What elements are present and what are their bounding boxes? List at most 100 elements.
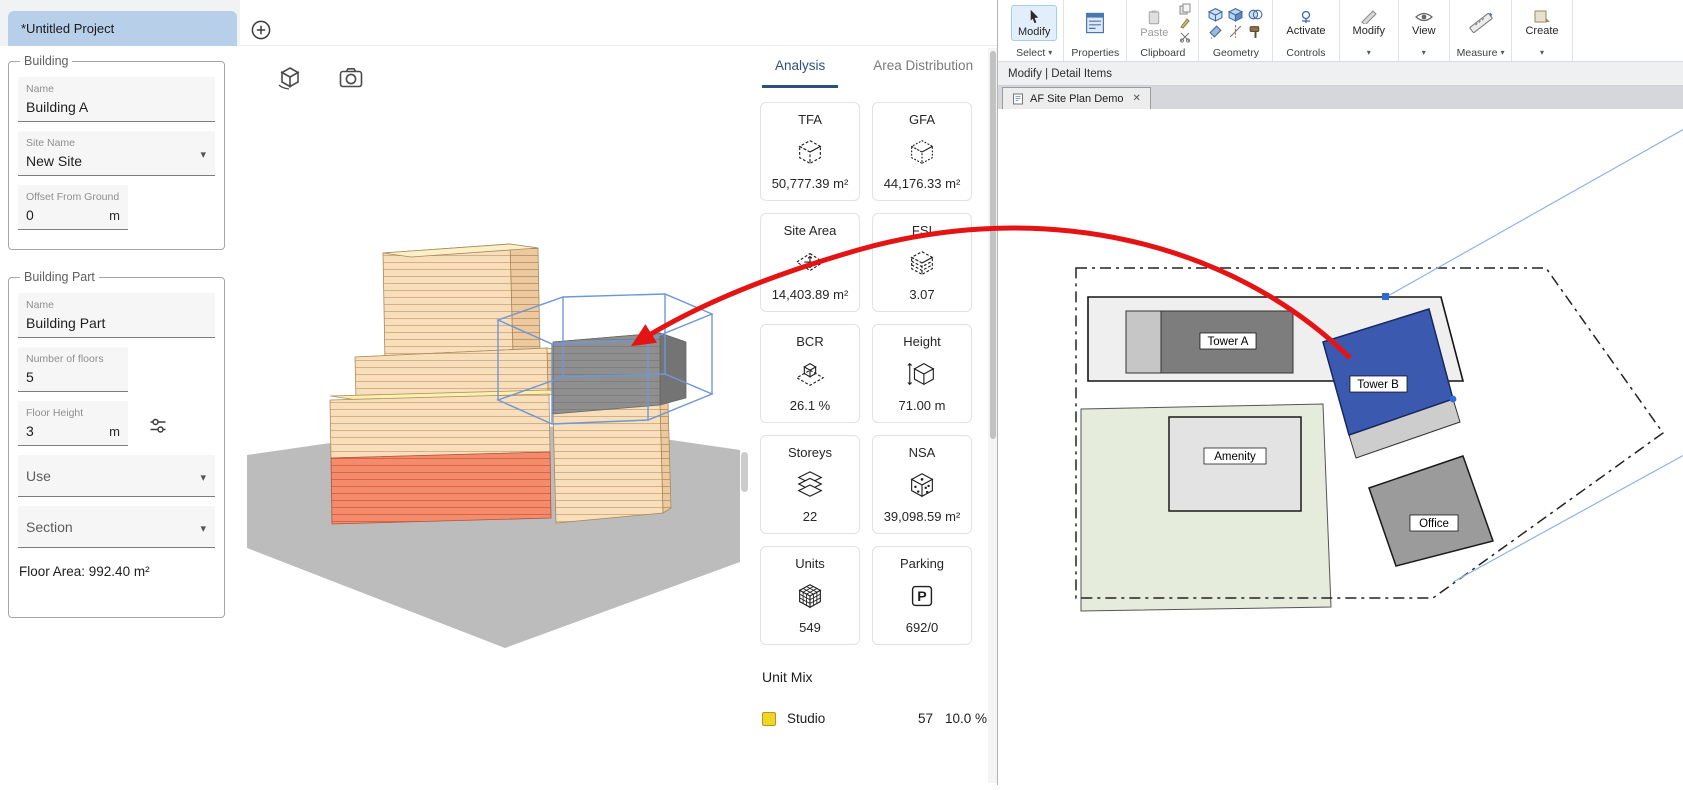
clipboard-panel-label[interactable]: Clipboard bbox=[1134, 44, 1191, 61]
site-area-icon bbox=[795, 252, 825, 271]
bcr-icon bbox=[795, 362, 825, 386]
chevron-down-icon[interactable]: ▾ bbox=[200, 148, 206, 161]
measure-button[interactable] bbox=[1462, 8, 1500, 38]
metric-value: 22 bbox=[802, 509, 818, 524]
join-geometry-icon[interactable] bbox=[1248, 7, 1263, 22]
site-plan-drawing: Tower A Tower B Amenity Office bbox=[1075, 128, 1683, 612]
podium-mass[interactable] bbox=[329, 389, 578, 525]
unit-mix-row-studio: Studio 57 10.0 % bbox=[762, 711, 987, 726]
ribbon-group-geometry: Geometry bbox=[1199, 0, 1274, 61]
create-panel-button[interactable]: Create bbox=[1519, 7, 1564, 39]
viewport-toolbar bbox=[276, 64, 365, 92]
demolish-hammer-icon[interactable] bbox=[1248, 24, 1263, 39]
building-panel-legend: Building bbox=[24, 54, 69, 68]
measure-panel-label[interactable]: Measure ▾ bbox=[1457, 44, 1505, 61]
site-name-select[interactable]: Site Name New Site ▾ bbox=[18, 131, 215, 176]
cope-geometry-icon[interactable] bbox=[1208, 7, 1224, 22]
svg-text:P: P bbox=[917, 588, 926, 604]
camera-icon bbox=[339, 68, 363, 88]
metric-value: 692/0 bbox=[905, 620, 939, 635]
snapshot-camera-button[interactable] bbox=[337, 64, 365, 92]
view-panel-expander[interactable]: ▾ bbox=[1406, 44, 1442, 61]
3d-viewport[interactable] bbox=[232, 46, 750, 785]
cursor-icon bbox=[1030, 9, 1039, 24]
use-select[interactable]: Use ▾ bbox=[18, 455, 215, 497]
part-name-field[interactable]: Name Building Part bbox=[18, 293, 215, 338]
metric-card-units: Units 549 bbox=[760, 546, 860, 645]
split-icon[interactable] bbox=[1228, 24, 1243, 39]
ribbon-group-modify-panel: Modify ▾ bbox=[1340, 0, 1399, 61]
chevron-down-icon[interactable]: ▾ bbox=[200, 522, 206, 535]
close-icon[interactable]: ✕ bbox=[1133, 93, 1141, 104]
layers-icon bbox=[797, 470, 823, 497]
massing-model[interactable] bbox=[232, 46, 750, 785]
selected-building-part-mass[interactable] bbox=[552, 332, 687, 415]
ribbon-group-clipboard: Paste Clipboard bbox=[1127, 0, 1200, 61]
ribbon-group-properties: Properties bbox=[1064, 0, 1128, 61]
number-of-floors-field[interactable]: Number of floors 5 bbox=[18, 347, 128, 392]
add-project-button[interactable] bbox=[250, 19, 272, 41]
activate-controls-button[interactable]: Activate bbox=[1280, 8, 1331, 39]
create-panel-expander[interactable]: ▾ bbox=[1519, 44, 1564, 61]
panel-resize-handle[interactable] bbox=[741, 452, 748, 492]
cut-icon[interactable] bbox=[1179, 31, 1191, 43]
chevron-down-icon: ▾ bbox=[1048, 48, 1053, 57]
unit-percent: 10.0 % bbox=[944, 711, 987, 726]
tune-settings-icon[interactable] bbox=[148, 416, 168, 436]
metric-label: NSA bbox=[908, 445, 936, 460]
analysis-scrollbar[interactable] bbox=[988, 48, 997, 783]
chevron-down-icon[interactable]: ▾ bbox=[200, 471, 206, 484]
building-part-panel: Building Part Name Building Part Number … bbox=[8, 270, 225, 618]
geometry-panel-label[interactable]: Geometry bbox=[1206, 44, 1265, 61]
view-panel-button[interactable]: View bbox=[1406, 8, 1442, 39]
select-placeholder: Use bbox=[26, 468, 51, 484]
rear-tower-mass[interactable] bbox=[382, 243, 541, 363]
selection-grip[interactable] bbox=[1382, 293, 1389, 300]
floor-height-field[interactable]: Floor Height 3 m bbox=[18, 401, 128, 446]
match-type-icon[interactable] bbox=[1179, 17, 1191, 29]
modify-panel-expander[interactable]: ▾ bbox=[1347, 44, 1391, 61]
scrollbar-thumb[interactable] bbox=[989, 51, 996, 439]
field-label: Site Name bbox=[26, 137, 76, 149]
drawing-canvas[interactable]: Tower A Tower B Amenity Office bbox=[998, 109, 1683, 785]
modify-tool-button[interactable]: Modify bbox=[1010, 5, 1058, 41]
tab-analysis[interactable]: Analysis bbox=[762, 46, 839, 88]
dice-cube-icon bbox=[910, 472, 934, 497]
office-label: Office bbox=[1419, 518, 1449, 530]
select-panel-label[interactable]: Select ▾ bbox=[1012, 44, 1056, 61]
metric-label: FSI bbox=[911, 223, 933, 238]
tab-area-distribution[interactable]: Area Distribution bbox=[860, 46, 986, 88]
copy-icon[interactable] bbox=[1179, 3, 1191, 15]
ribbon-group-view-panel: View ▾ bbox=[1399, 0, 1450, 61]
modify-panel-button[interactable]: Modify bbox=[1347, 7, 1391, 39]
paint-icon[interactable] bbox=[1208, 24, 1223, 39]
metric-value: 549 bbox=[799, 620, 821, 635]
project-tab[interactable]: *Untitled Project bbox=[8, 11, 237, 46]
paste-clipboard-icon bbox=[1149, 9, 1160, 24]
modify-tools-icon bbox=[1361, 10, 1377, 24]
office-shape[interactable] bbox=[1368, 455, 1494, 567]
view-tab-site-plan[interactable]: AF Site Plan Demo ✕ bbox=[1002, 87, 1151, 109]
orbit-cube-button[interactable] bbox=[276, 64, 304, 92]
properties-panel-label[interactable]: Properties bbox=[1071, 44, 1119, 61]
field-value: Building A bbox=[26, 99, 89, 115]
metric-value: 71.00 m bbox=[898, 398, 946, 413]
field-value: New Site bbox=[26, 153, 83, 169]
controls-panel-label[interactable]: Controls bbox=[1280, 44, 1331, 61]
offset-from-ground-field[interactable]: Offset From Ground 0 m bbox=[18, 185, 128, 230]
building-name-field[interactable]: Name Building A bbox=[18, 77, 215, 122]
properties-button[interactable] bbox=[1077, 9, 1113, 37]
rubik-cube-icon bbox=[798, 583, 822, 608]
field-value: 5 bbox=[26, 369, 34, 385]
front-tower-mass[interactable] bbox=[552, 401, 672, 524]
ruler-icon bbox=[1469, 12, 1493, 34]
metric-card-gfa: GFA 44,176.33 m² bbox=[872, 102, 972, 201]
cut-geometry-icon[interactable] bbox=[1228, 7, 1244, 22]
core-block[interactable] bbox=[1125, 310, 1162, 374]
chevron-down-icon: ▾ bbox=[1500, 48, 1505, 57]
create-panel-text: Create bbox=[1525, 25, 1559, 37]
ribbon-group-controls: Activate Controls bbox=[1273, 0, 1340, 61]
paste-button[interactable]: Paste bbox=[1134, 6, 1174, 41]
section-select[interactable]: Section ▾ bbox=[18, 506, 215, 548]
selection-grip-dot[interactable] bbox=[1449, 395, 1457, 403]
